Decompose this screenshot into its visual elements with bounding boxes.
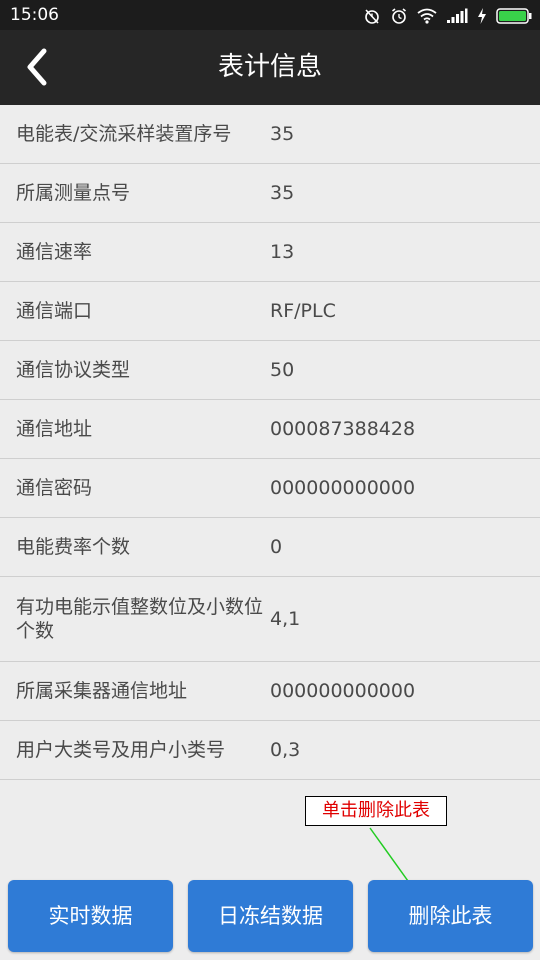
row-value: 4,1 — [270, 608, 301, 630]
row-value: 35 — [270, 182, 295, 204]
alarm-off-icon — [365, 9, 379, 24]
wifi-icon — [417, 8, 437, 24]
info-row-serial: 电能表/交流采样装置序号 35 — [0, 105, 540, 164]
realtime-data-button[interactable]: 实时数据 — [8, 880, 173, 952]
row-label: 通信密码 — [16, 477, 93, 499]
battery-icon — [496, 8, 532, 24]
row-value: RF/PLC — [270, 300, 336, 322]
app-header: 表计信息 — [0, 30, 540, 105]
row-label: 电能表/交流采样装置序号 — [16, 123, 232, 145]
daily-frozen-data-button[interactable]: 日冻结数据 — [188, 880, 353, 952]
row-label: 有功电能示值整数位及小数位个数 — [16, 596, 264, 642]
info-row-protocol: 通信协议类型 50 — [0, 341, 540, 400]
info-row-digits: 有功电能示值整数位及小数位个数 4,1 — [0, 577, 540, 662]
row-value: 000000000000 — [270, 477, 416, 499]
row-value: 35 — [270, 123, 295, 145]
row-value: 0 — [270, 536, 283, 558]
row-value: 0,3 — [270, 739, 301, 761]
row-label: 电能费率个数 — [16, 536, 131, 558]
row-label: 通信协议类型 — [16, 359, 131, 381]
row-label: 通信地址 — [16, 418, 93, 440]
status-bar: 15:06 — [0, 0, 540, 30]
alarm-clock-icon — [392, 8, 406, 24]
row-label: 通信速率 — [16, 241, 93, 263]
status-time: 15:06 — [10, 5, 59, 25]
row-value: 13 — [270, 241, 295, 263]
info-row-user-class: 用户大类号及用户小类号 0,3 — [0, 721, 540, 780]
annotation-callout: 单击删除此表 — [305, 796, 447, 826]
row-value: 50 — [270, 359, 295, 381]
status-icons — [363, 6, 532, 26]
row-label: 所属测量点号 — [16, 182, 131, 204]
info-row-address: 通信地址 000087388428 — [0, 400, 540, 459]
meter-info-list: 电能表/交流采样装置序号 35 所属测量点号 35 通信速率 13 通信端口 R… — [0, 105, 540, 780]
info-row-baud-rate: 通信速率 13 — [0, 223, 540, 282]
info-row-measure-point: 所属测量点号 35 — [0, 164, 540, 223]
info-row-tariff-count: 电能费率个数 0 — [0, 518, 540, 577]
charging-icon — [478, 8, 486, 24]
info-row-collector-address: 所属采集器通信地址 000000000000 — [0, 662, 540, 721]
bottom-button-bar: 实时数据 日冻结数据 删除此表 — [0, 880, 540, 960]
row-value: 000087388428 — [270, 418, 416, 440]
row-value: 000000000000 — [270, 680, 416, 702]
row-label: 所属采集器通信地址 — [16, 680, 188, 702]
row-label: 通信端口 — [16, 300, 93, 322]
row-label: 用户大类号及用户小类号 — [16, 739, 226, 761]
page-title: 表计信息 — [217, 52, 322, 82]
info-row-password: 通信密码 000000000000 — [0, 459, 540, 518]
delete-meter-button[interactable]: 删除此表 — [368, 880, 533, 952]
info-row-port: 通信端口 RF/PLC — [0, 282, 540, 341]
signal-icon — [447, 8, 468, 23]
